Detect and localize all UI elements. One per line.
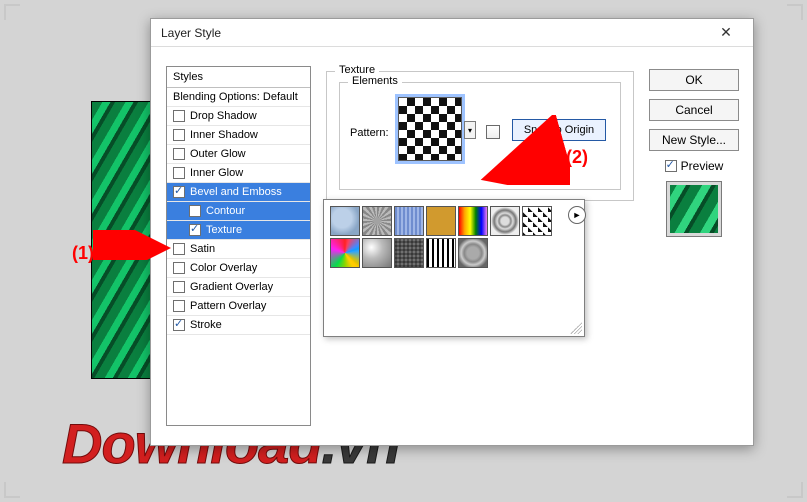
pattern-picker-flyout: ►	[323, 199, 585, 337]
chevron-down-icon: ▾	[468, 126, 472, 135]
checkbox-texture[interactable]	[189, 224, 201, 236]
styles-item-label: Inner Shadow	[190, 129, 258, 141]
dialog-content: Styles Blending Options: Default Drop Sh…	[151, 47, 753, 445]
styles-item-label: Outer Glow	[190, 148, 246, 160]
pattern-swatch[interactable]	[522, 206, 552, 236]
pattern-swatch[interactable]	[394, 206, 424, 236]
checkbox-satin[interactable]	[173, 243, 185, 255]
ok-button[interactable]: OK	[649, 69, 739, 91]
preview-checkbox-row[interactable]: Preview	[649, 159, 739, 173]
styles-item-label: Inner Glow	[190, 167, 243, 179]
annotation-arrow-2-icon	[480, 115, 570, 185]
styles-item-label: Texture	[206, 224, 242, 236]
styles-item-label: Drop Shadow	[190, 110, 257, 122]
styles-item-bevel-emboss[interactable]: Bevel and Emboss	[167, 183, 310, 202]
styles-item-pattern-overlay[interactable]: Pattern Overlay	[167, 297, 310, 316]
styles-header[interactable]: Styles	[167, 67, 310, 88]
checkbox-contour[interactable]	[189, 205, 201, 217]
checkbox-bevel-emboss[interactable]	[173, 186, 185, 198]
play-icon: ►	[573, 210, 582, 220]
pattern-swatch[interactable]	[362, 206, 392, 236]
pattern-swatch[interactable]	[394, 238, 424, 268]
pattern-swatch[interactable]	[362, 238, 392, 268]
pattern-preview-well[interactable]	[398, 97, 462, 161]
checkbox-color-overlay[interactable]	[173, 262, 185, 274]
styles-item-label: Blending Options: Default	[173, 91, 298, 103]
checkbox-outer-glow[interactable]	[173, 148, 185, 160]
close-button[interactable]: ✕	[709, 23, 743, 43]
styles-item-blending-options[interactable]: Blending Options: Default	[167, 88, 310, 107]
styles-item-label: Contour	[206, 205, 245, 217]
styles-item-contour[interactable]: Contour	[167, 202, 310, 221]
pattern-swatch[interactable]	[426, 238, 456, 268]
pattern-swatch[interactable]	[426, 206, 456, 236]
styles-item-label: Gradient Overlay	[190, 281, 273, 293]
styles-item-gradient-overlay[interactable]: Gradient Overlay	[167, 278, 310, 297]
cancel-label: Cancel	[675, 103, 712, 117]
checkbox-stroke[interactable]	[173, 319, 185, 331]
styles-item-label: Color Overlay	[190, 262, 257, 274]
cancel-button[interactable]: Cancel	[649, 99, 739, 121]
resize-grip-icon[interactable]	[570, 322, 582, 334]
styles-item-inner-glow[interactable]: Inner Glow	[167, 164, 310, 183]
checkbox-inner-glow[interactable]	[173, 167, 185, 179]
styles-list: Blending Options: Default Drop Shadow In…	[167, 88, 310, 335]
preview-label: Preview	[681, 159, 724, 173]
new-style-button[interactable]: New Style...	[649, 129, 739, 151]
styles-item-label: Satin	[190, 243, 215, 255]
styles-item-stroke[interactable]: Stroke	[167, 316, 310, 335]
styles-panel: Styles Blending Options: Default Drop Sh…	[166, 66, 311, 426]
dialog-titlebar[interactable]: Layer Style ✕	[151, 19, 753, 47]
workspace-background: Download.vn Layer Style ✕ Styles Blendin…	[0, 0, 807, 502]
pattern-dropdown-button[interactable]: ▾	[464, 121, 476, 139]
layer-style-dialog: Layer Style ✕ Styles Blending Options: D…	[150, 18, 754, 446]
style-preview-swatch	[666, 181, 722, 237]
close-icon: ✕	[720, 24, 732, 41]
new-style-label: New Style...	[662, 133, 726, 147]
pattern-label: Pattern:	[350, 127, 389, 139]
dialog-right-column: OK Cancel New Style... Preview	[649, 69, 739, 237]
ok-label: OK	[685, 73, 702, 87]
checkbox-preview[interactable]	[665, 160, 677, 172]
styles-item-color-overlay[interactable]: Color Overlay	[167, 259, 310, 278]
styles-item-satin[interactable]: Satin	[167, 240, 310, 259]
checkbox-pattern-overlay[interactable]	[173, 300, 185, 312]
pattern-swatch[interactable]	[490, 206, 520, 236]
dialog-title: Layer Style	[161, 26, 709, 40]
annotation-arrow-1-icon	[93, 230, 173, 260]
styles-item-label: Bevel and Emboss	[190, 186, 282, 198]
pattern-swatch-grid	[330, 206, 568, 268]
pattern-swatch[interactable]	[458, 206, 488, 236]
checkbox-drop-shadow[interactable]	[173, 110, 185, 122]
elements-group-label: Elements	[348, 75, 402, 87]
styles-item-label: Pattern Overlay	[190, 300, 266, 312]
pattern-swatch[interactable]	[330, 206, 360, 236]
styles-item-label: Stroke	[190, 319, 222, 331]
pattern-swatch[interactable]	[330, 238, 360, 268]
styles-item-outer-glow[interactable]: Outer Glow	[167, 145, 310, 164]
checkbox-inner-shadow[interactable]	[173, 129, 185, 141]
pattern-picker-menu-button[interactable]: ►	[568, 206, 586, 224]
checkbox-gradient-overlay[interactable]	[173, 281, 185, 293]
styles-item-inner-shadow[interactable]: Inner Shadow	[167, 126, 310, 145]
styles-item-texture[interactable]: Texture	[167, 221, 310, 240]
styles-item-drop-shadow[interactable]: Drop Shadow	[167, 107, 310, 126]
pattern-swatch[interactable]	[458, 238, 488, 268]
